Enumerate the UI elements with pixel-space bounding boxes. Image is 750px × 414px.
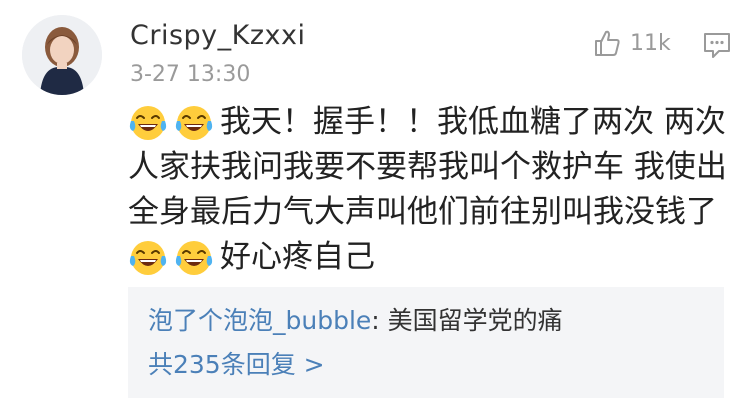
comment-icon: [704, 33, 730, 58]
comment-body: 我天！握手！！我低血糖了两次 两次 人家扶我问我要不要帮我叫个救护车 我使出 全…: [128, 100, 738, 280]
reply-preview[interactable]: 泡了个泡泡_bubble: 美国留学党的痛 共235条回复 >: [128, 287, 724, 398]
laughing-crying-emoji-icon: [129, 240, 167, 275]
comment-text-line-2: 人家扶我问我要不要帮我叫个救护车 我使出: [128, 149, 727, 185]
comment-line: 人家扶我问我要不要帮我叫个救护车 我使出: [128, 145, 738, 190]
reply-button[interactable]: [700, 28, 734, 62]
reply-author[interactable]: 泡了个泡泡_bubble: [148, 306, 371, 335]
avatar[interactable]: [22, 15, 102, 95]
view-replies-link[interactable]: 共235条回复 >: [148, 345, 325, 381]
avatar-image: [22, 15, 102, 95]
timestamp: 3-27 13:30: [130, 62, 251, 87]
comment-line: 我天！握手！！我低血糖了两次 两次: [128, 100, 738, 145]
like-button[interactable]: 11k: [592, 26, 671, 60]
reply-separator: :: [371, 306, 388, 335]
thumbs-up-icon: [595, 30, 620, 56]
laughing-crying-emoji-icon: [175, 105, 213, 140]
username[interactable]: Crispy_Kzxxi: [130, 20, 305, 51]
laughing-crying-emoji-icon: [129, 105, 167, 140]
reply-preview-line: 泡了个泡泡_bubble: 美国留学党的痛: [148, 301, 563, 337]
comment-text-line-1: 我天！握手！！我低血糖了两次 两次: [220, 104, 726, 140]
like-count: 11k: [630, 30, 671, 56]
comment-line: 好心疼自己: [128, 235, 738, 280]
comment-line: 全身最后力气大声叫他们前往别叫我没钱了: [128, 190, 738, 235]
comment-text-line-4: 好心疼自己: [220, 239, 375, 275]
reply-text: 美国留学党的痛: [387, 306, 563, 335]
laughing-crying-emoji-icon: [175, 240, 213, 275]
comment-text-line-3: 全身最后力气大声叫他们前往别叫我没钱了: [128, 194, 717, 230]
